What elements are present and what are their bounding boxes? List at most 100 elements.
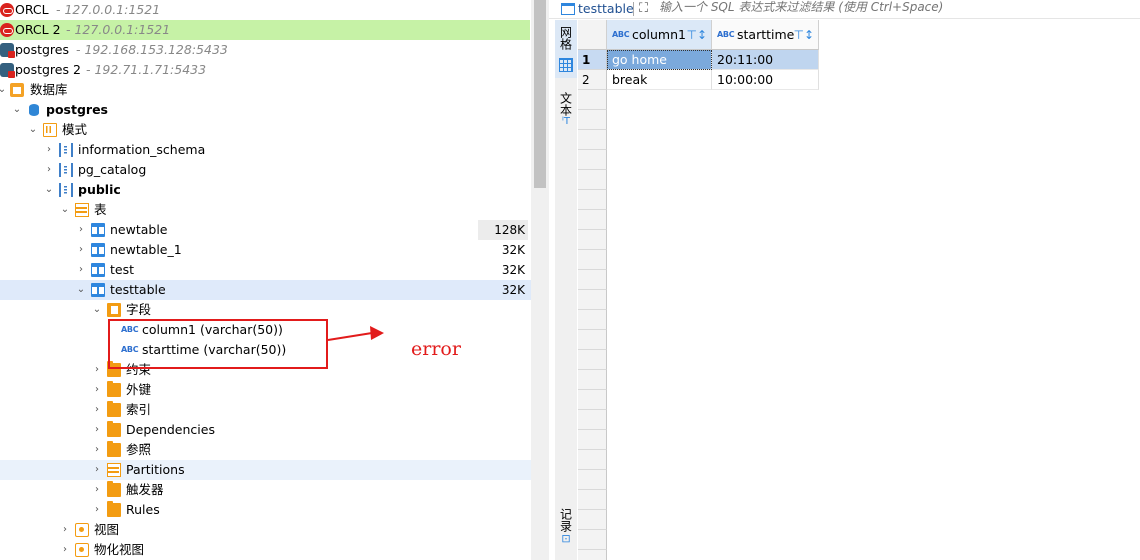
nav-row-triggers[interactable]: › 触发器: [0, 480, 531, 500]
chevron-right-icon[interactable]: ›: [91, 460, 103, 480]
nav-label: 数据库: [30, 82, 68, 97]
grid-cell[interactable]: go home: [607, 50, 712, 70]
nav-label: test: [110, 262, 135, 277]
chevron-right-icon[interactable]: ›: [91, 420, 103, 440]
folder-icon: [107, 421, 121, 437]
nav-row-test[interactable]: › test 32K: [0, 260, 531, 280]
row-number-empty: [578, 390, 607, 410]
chevron-right-icon[interactable]: ›: [59, 540, 71, 560]
chevron-right-icon[interactable]: ›: [91, 480, 103, 500]
grid-cell[interactable]: break: [607, 70, 712, 90]
nav-label: 视图: [94, 522, 120, 537]
chevron-right-icon[interactable]: ›: [75, 220, 87, 240]
chevron-right-icon[interactable]: ›: [91, 380, 103, 400]
chevron-down-icon[interactable]: ⌄: [0, 80, 8, 100]
nav-row-foreign-keys[interactable]: › 外键: [0, 380, 531, 400]
nav-row-orcl[interactable]: ORCL - 127.0.0.1:1521: [0, 0, 531, 20]
nav-label: pg_catalog: [78, 162, 147, 177]
row-number-empty: [578, 290, 607, 310]
nav-label: 物化视图: [94, 542, 145, 557]
postgres-connection-icon: [0, 43, 15, 58]
grid-cell[interactable]: 10:00:00: [712, 70, 819, 90]
chevron-down-icon[interactable]: ⌄: [75, 280, 87, 300]
nav-row-pg-catalog[interactable]: › pg_catalog: [0, 160, 531, 180]
nav-row-testtable[interactable]: ⌄ testtable 32K: [0, 280, 531, 300]
chevron-down-icon[interactable]: ⌄: [27, 120, 39, 140]
nav-row-tables[interactable]: ⌄ 表: [0, 200, 531, 220]
nav-label: newtable_1: [110, 242, 182, 257]
row-number-empty: [578, 470, 607, 490]
string-type-icon: ABC: [612, 30, 630, 39]
nav-row-postgres-db[interactable]: ⌄ postgres: [0, 100, 531, 120]
nav-label: 模式: [62, 122, 88, 137]
nav-label: 表: [94, 202, 107, 217]
chevron-down-icon[interactable]: ⌄: [43, 180, 55, 200]
nav-row-postgres[interactable]: postgres - 192.168.153.128:5433: [0, 40, 531, 60]
nav-host: - 192.168.153.128:5433: [76, 42, 228, 57]
nav-row-newtable[interactable]: › newtable 128K: [0, 220, 531, 240]
record-icon: ⊡: [561, 532, 571, 545]
nav-row-materialized-views[interactable]: › 物化视图: [0, 540, 531, 560]
table-icon: [91, 243, 105, 257]
nav-row-views[interactable]: › 视图: [0, 520, 531, 540]
chevron-down-icon[interactable]: ⌄: [11, 100, 23, 120]
column-header-starttime[interactable]: ABC starttime ⊤↕: [712, 20, 819, 50]
row-number-empty: [578, 130, 607, 150]
nav-row-partitions[interactable]: › Partitions: [0, 460, 531, 480]
views-folder-icon: [75, 543, 89, 557]
nav-row-dependencies[interactable]: › Dependencies: [0, 420, 531, 440]
column-header-column1[interactable]: ABC column1 ⊤↕: [607, 20, 712, 50]
tab-record[interactable]: 记录 ⊡: [555, 508, 577, 558]
partitions-icon: [107, 463, 121, 477]
chevron-down-icon[interactable]: ⌄: [59, 200, 71, 220]
row-number-empty: [578, 190, 607, 210]
nav-row-rules[interactable]: › Rules: [0, 500, 531, 520]
schema-icon: [59, 163, 73, 177]
navigator-scrollbar[interactable]: [531, 0, 549, 560]
tab-text[interactable]: 文本 ᴵT: [555, 92, 577, 142]
filter-input[interactable]: [659, 0, 1129, 14]
annotation-box: [108, 319, 328, 369]
views-folder-icon: [75, 523, 89, 537]
grid-corner[interactable]: [578, 20, 607, 50]
nav-row-columns[interactable]: ⌄ 字段: [0, 300, 531, 320]
chevron-right-icon[interactable]: ›: [75, 240, 87, 260]
table-icon: [91, 223, 105, 237]
chevron-right-icon[interactable]: ›: [43, 160, 55, 180]
nav-row-references[interactable]: › 参照: [0, 440, 531, 460]
nav-row-public[interactable]: ⌄ public: [0, 180, 531, 200]
grid-cell[interactable]: 20:11:00: [712, 50, 819, 70]
annotation-arrow-icon: [327, 326, 384, 341]
nav-row-orcl2[interactable]: ORCL 2 - 127.0.0.1:1521: [0, 20, 530, 40]
row-number-empty: [578, 370, 607, 390]
result-table-name[interactable]: testtable: [578, 0, 634, 17]
expand-icon[interactable]: ⛶: [639, 1, 648, 16]
chevron-right-icon[interactable]: ›: [43, 140, 55, 160]
row-number-empty: [578, 430, 607, 450]
row-number[interactable]: 1: [578, 50, 607, 70]
tab-grid[interactable]: 网格: [555, 20, 577, 78]
nav-row-information-schema[interactable]: › information_schema: [0, 140, 531, 160]
chevron-right-icon[interactable]: ›: [91, 440, 103, 460]
nav-row-newtable-1[interactable]: › newtable_1 32K: [0, 240, 531, 260]
chevron-down-icon[interactable]: ⌄: [91, 300, 103, 320]
chevron-right-icon[interactable]: ›: [91, 360, 103, 380]
chevron-right-icon[interactable]: ›: [75, 260, 87, 280]
nav-row-schemas[interactable]: ⌄ 模式: [0, 120, 531, 140]
nav-label: Dependencies: [126, 422, 215, 437]
chevron-right-icon[interactable]: ›: [91, 400, 103, 420]
filter-sort-icon[interactable]: ⊤↕: [686, 20, 707, 50]
nav-row-databases[interactable]: ⌄ 数据库: [0, 80, 531, 100]
nav-row-postgres2[interactable]: postgres 2 - 192.71.1.71:5433: [0, 60, 531, 80]
row-number[interactable]: 2: [578, 70, 607, 90]
row-number-empty: [578, 210, 607, 230]
oracle-connection-icon: [0, 23, 14, 37]
tables-folder-icon: [75, 203, 89, 217]
chevron-right-icon[interactable]: ›: [91, 500, 103, 520]
string-type-icon: ABC: [717, 30, 735, 39]
filter-sort-icon[interactable]: ⊤↕: [793, 20, 814, 50]
chevron-right-icon[interactable]: ›: [59, 520, 71, 540]
schema-icon: [59, 183, 73, 197]
scrollbar-thumb[interactable]: [534, 0, 546, 188]
nav-row-indexes[interactable]: › 索引: [0, 400, 531, 420]
